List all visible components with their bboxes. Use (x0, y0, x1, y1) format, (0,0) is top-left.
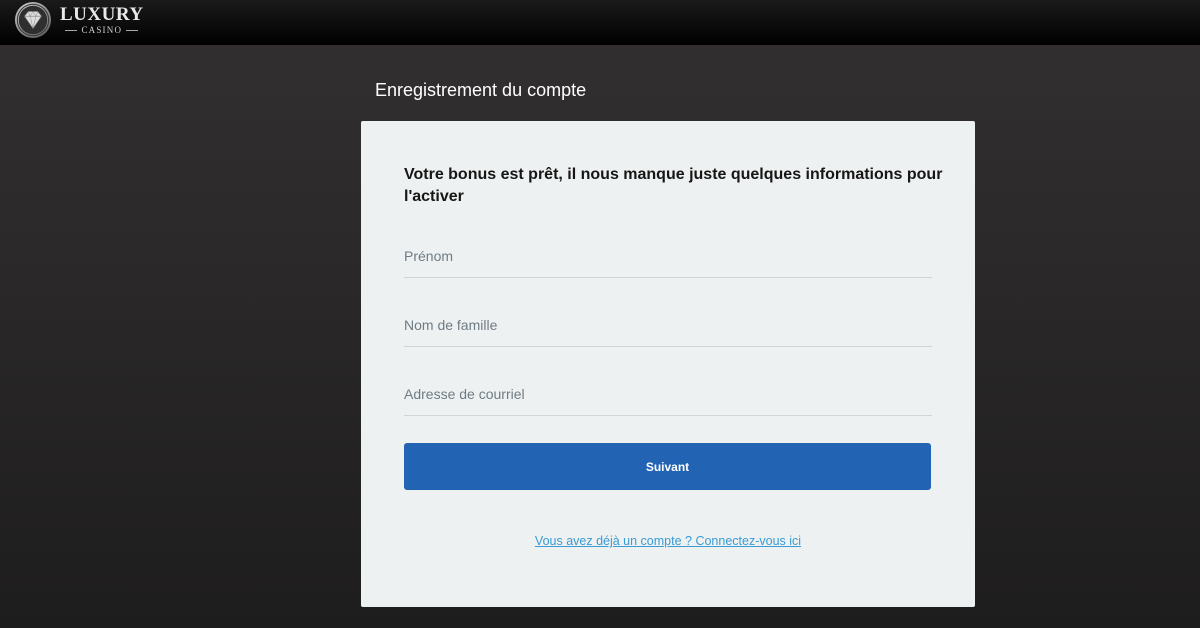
next-button[interactable]: Suivant (404, 443, 931, 490)
luxury-casino-logo[interactable]: LUXURY CASINO (14, 0, 144, 40)
top-bar: LUXURY CASINO (0, 0, 1200, 45)
page-title: Enregistrement du compte (375, 80, 587, 100)
logo-divider-right (126, 30, 139, 31)
logo-sub-text: CASINO (81, 25, 123, 35)
logo-divider-left (65, 30, 78, 31)
logo-main-text: LUXURY (60, 4, 144, 25)
logo-sub-row: CASINO (65, 25, 139, 35)
form-title: Votre bonus est prêt, il nous manque jus… (404, 166, 943, 205)
diamond-emblem-icon (14, 1, 52, 39)
email-field[interactable] (404, 373, 932, 416)
logo-wordmark: LUXURY CASINO (60, 5, 144, 35)
login-link[interactable]: Vous avez déjà un compte ? Connectez-vou… (361, 534, 975, 548)
registration-card: Votre bonus est prêt, il nous manque jus… (361, 121, 975, 607)
first-name-field[interactable] (404, 235, 932, 278)
last-name-field[interactable] (404, 304, 932, 347)
